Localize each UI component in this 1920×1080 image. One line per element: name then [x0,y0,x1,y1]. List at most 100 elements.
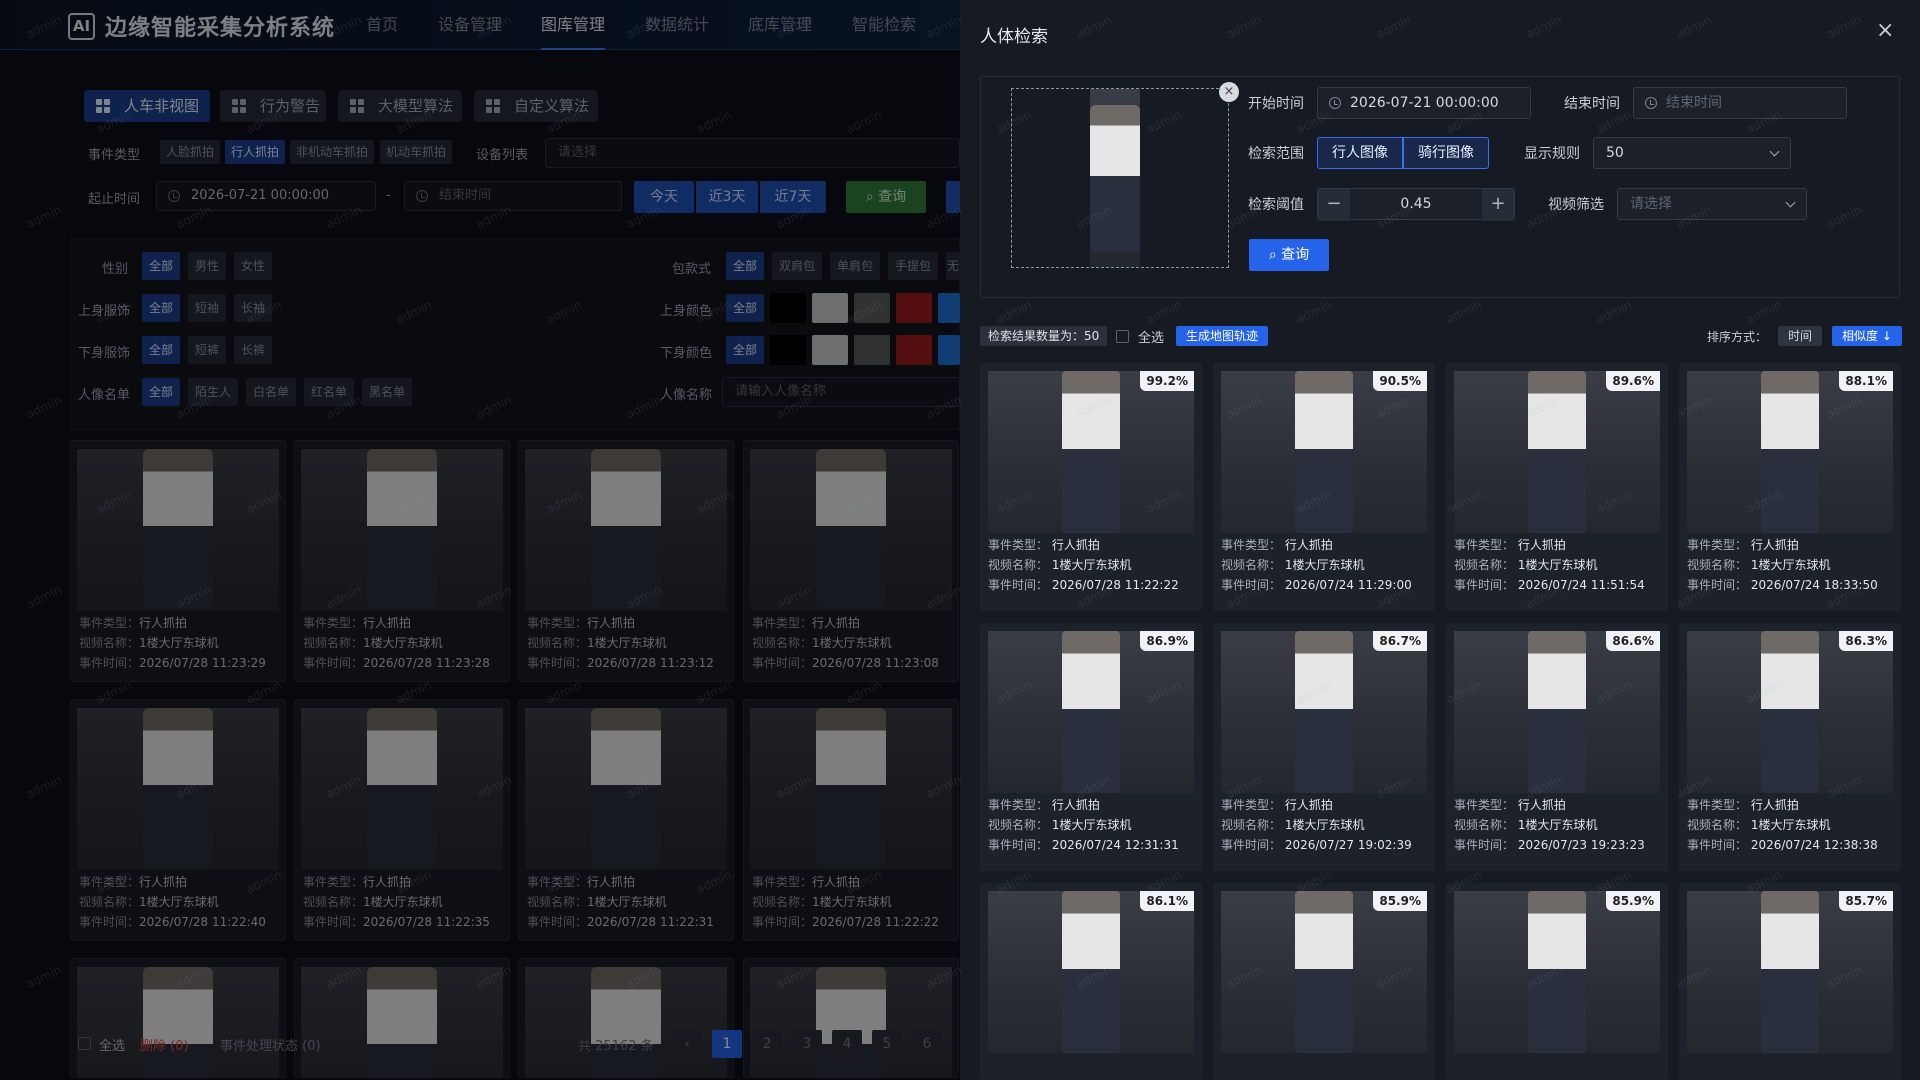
search-icon: ⌕ [1268,247,1282,263]
result-photo [1687,371,1893,533]
event-type-row: 事件类型： 行人抓拍 [1687,538,1799,552]
similarity-badge: 90.5% [1373,371,1427,391]
minus-icon[interactable]: − [1318,189,1350,221]
result-photo [988,891,1194,1053]
result-card[interactable]: 89.6% 事件类型： 行人抓拍 视频名称： 1楼大厅东球机 事件时间： 2026… [1446,363,1668,611]
panel-query-button[interactable]: ⌕ 查询 [1249,239,1329,271]
similarity-badge: 86.9% [1140,631,1194,651]
modal-backdrop[interactable] [0,0,960,1080]
panel-start-value: 2026-07-21 00:00:00 [1350,95,1499,111]
rule-value: 50 [1606,145,1624,161]
start-label: 开始时间 [1248,96,1304,112]
result-photo [1687,891,1893,1053]
panel-end-input[interactable]: 结束时间 [1633,87,1847,119]
similarity-badge: 88.1% [1839,371,1893,391]
similarity-badge: 99.2% [1140,371,1194,391]
event-type-row: 事件类型： 行人抓拍 [1221,538,1333,552]
person-figure [1295,371,1353,533]
person-figure [1062,891,1120,1053]
result-card[interactable]: 86.3% 事件类型： 行人抓拍 视频名称： 1楼大厅东球机 事件时间： 2026… [1679,623,1901,871]
video-placeholder: 请选择 [1630,196,1672,212]
sort-similarity-button[interactable]: 相似度 ↓ [1832,326,1902,346]
result-photo [1221,891,1427,1053]
event-time-row: 事件时间： 2026/07/24 11:51:54 [1454,578,1645,592]
similarity-badge: 86.6% [1606,631,1660,651]
result-card[interactable]: 88.1% 事件类型： 行人抓拍 视频名称： 1楼大厅东球机 事件时间： 2026… [1679,363,1901,611]
close-icon[interactable]: × [1876,20,1894,42]
threshold-stepper[interactable]: − 0.45 + [1317,188,1515,221]
result-photo [988,631,1194,793]
result-select-all-checkbox[interactable] [1116,330,1129,343]
chevron-down-icon [1785,197,1796,208]
clock-icon [1329,97,1341,109]
video-name-row: 视频名称： 1楼大厅东球机 [1687,558,1831,572]
result-card[interactable]: 86.7% 事件类型： 行人抓拍 视频名称： 1楼大厅东球机 事件时间： 2026… [1213,623,1435,871]
plus-icon[interactable]: + [1482,189,1514,221]
result-card[interactable]: 85.9% [1213,883,1435,1080]
result-card[interactable]: 86.6% 事件类型： 行人抓拍 视频名称： 1楼大厅东球机 事件时间： 2026… [1446,623,1668,871]
panel-query-label: 查询 [1281,247,1310,263]
event-type-row: 事件类型： 行人抓拍 [1454,538,1566,552]
search-form: × 开始时间 2026-07-21 00:00:00 结束时间 结束时间 检索范… [980,76,1900,298]
remove-image-icon[interactable]: × [1219,82,1239,102]
similarity-badge: 85.7% [1839,891,1893,911]
scope-pedestrian[interactable]: 行人图像 [1317,137,1403,169]
end-label: 结束时间 [1564,96,1620,112]
query-image[interactable] [1011,88,1229,268]
video-name-row: 视频名称： 1楼大厅东球机 [988,558,1132,572]
result-card[interactable]: 85.7% [1679,883,1901,1080]
event-time-row: 事件时间： 2026/07/24 12:38:38 [1687,838,1878,852]
result-card[interactable]: 90.5% 事件类型： 行人抓拍 视频名称： 1楼大厅东球机 事件时间： 2026… [1213,363,1435,611]
result-card[interactable]: 86.9% 事件类型： 行人抓拍 视频名称： 1楼大厅东球机 事件时间： 2026… [980,623,1202,871]
video-select[interactable]: 请选择 [1617,188,1807,220]
video-name-row: 视频名称： 1楼大厅东球机 [1221,558,1365,572]
event-type-row: 事件类型： 行人抓拍 [1454,798,1566,812]
rule-select[interactable]: 50 [1593,137,1791,169]
result-card[interactable]: 86.1% [980,883,1202,1080]
result-photo [1687,631,1893,793]
person-figure [1761,371,1819,533]
panel-start-input[interactable]: 2026-07-21 00:00:00 [1317,87,1531,119]
query-person-photo [1090,89,1140,267]
person-figure [1090,105,1140,253]
similarity-badge: 89.6% [1606,371,1660,391]
scope-label: 检索范围 [1248,146,1304,162]
result-photo [1454,371,1660,533]
scope-cyclist[interactable]: 骑行图像 [1403,137,1489,169]
similarity-badge: 85.9% [1606,891,1660,911]
result-card[interactable]: 85.9% [1446,883,1668,1080]
sort-label: 排序方式： [1707,330,1768,344]
event-time-row: 事件时间： 2026/07/23 19:23:23 [1454,838,1645,852]
body-search-panel: 人体检索 × × 开始时间 2026-07-21 00:00:00 结束时间 结… [960,0,1920,1080]
video-name-row: 视频名称： 1楼大厅东球机 [1454,558,1598,572]
clock-icon [1645,97,1657,109]
similarity-badge: 86.1% [1140,891,1194,911]
threshold-label: 检索阈值 [1248,197,1304,213]
person-figure [1062,371,1120,533]
video-label: 视频筛选 [1548,197,1604,213]
person-figure [1295,891,1353,1053]
result-photo [1454,891,1660,1053]
person-figure [1761,891,1819,1053]
chevron-down-icon [1769,146,1780,157]
result-photo [1221,631,1427,793]
rule-label: 显示规则 [1524,146,1580,162]
person-figure [1761,631,1819,793]
sort-time-button[interactable]: 时间 [1778,326,1823,346]
panel-title: 人体检索 [980,27,1048,47]
person-figure [1062,631,1120,793]
person-figure [1528,631,1586,793]
video-name-row: 视频名称： 1楼大厅东球机 [1454,818,1598,832]
threshold-value: 0.45 [1400,196,1432,212]
person-figure [1528,371,1586,533]
similarity-badge: 86.3% [1839,631,1893,651]
generate-track-button[interactable]: 生成地图轨迹 [1176,326,1269,346]
result-card[interactable]: 99.2% 事件类型： 行人抓拍 视频名称： 1楼大厅东球机 事件时间： 2026… [980,363,1202,611]
panel-end-placeholder: 结束时间 [1666,95,1722,111]
event-time-row: 事件时间： 2026/07/28 11:22:22 [988,578,1179,592]
video-name-row: 视频名称： 1楼大厅东球机 [1221,818,1365,832]
person-figure [1528,891,1586,1053]
result-photo [988,371,1194,533]
event-type-row: 事件类型： 行人抓拍 [988,538,1100,552]
video-name-row: 视频名称： 1楼大厅东球机 [988,818,1132,832]
